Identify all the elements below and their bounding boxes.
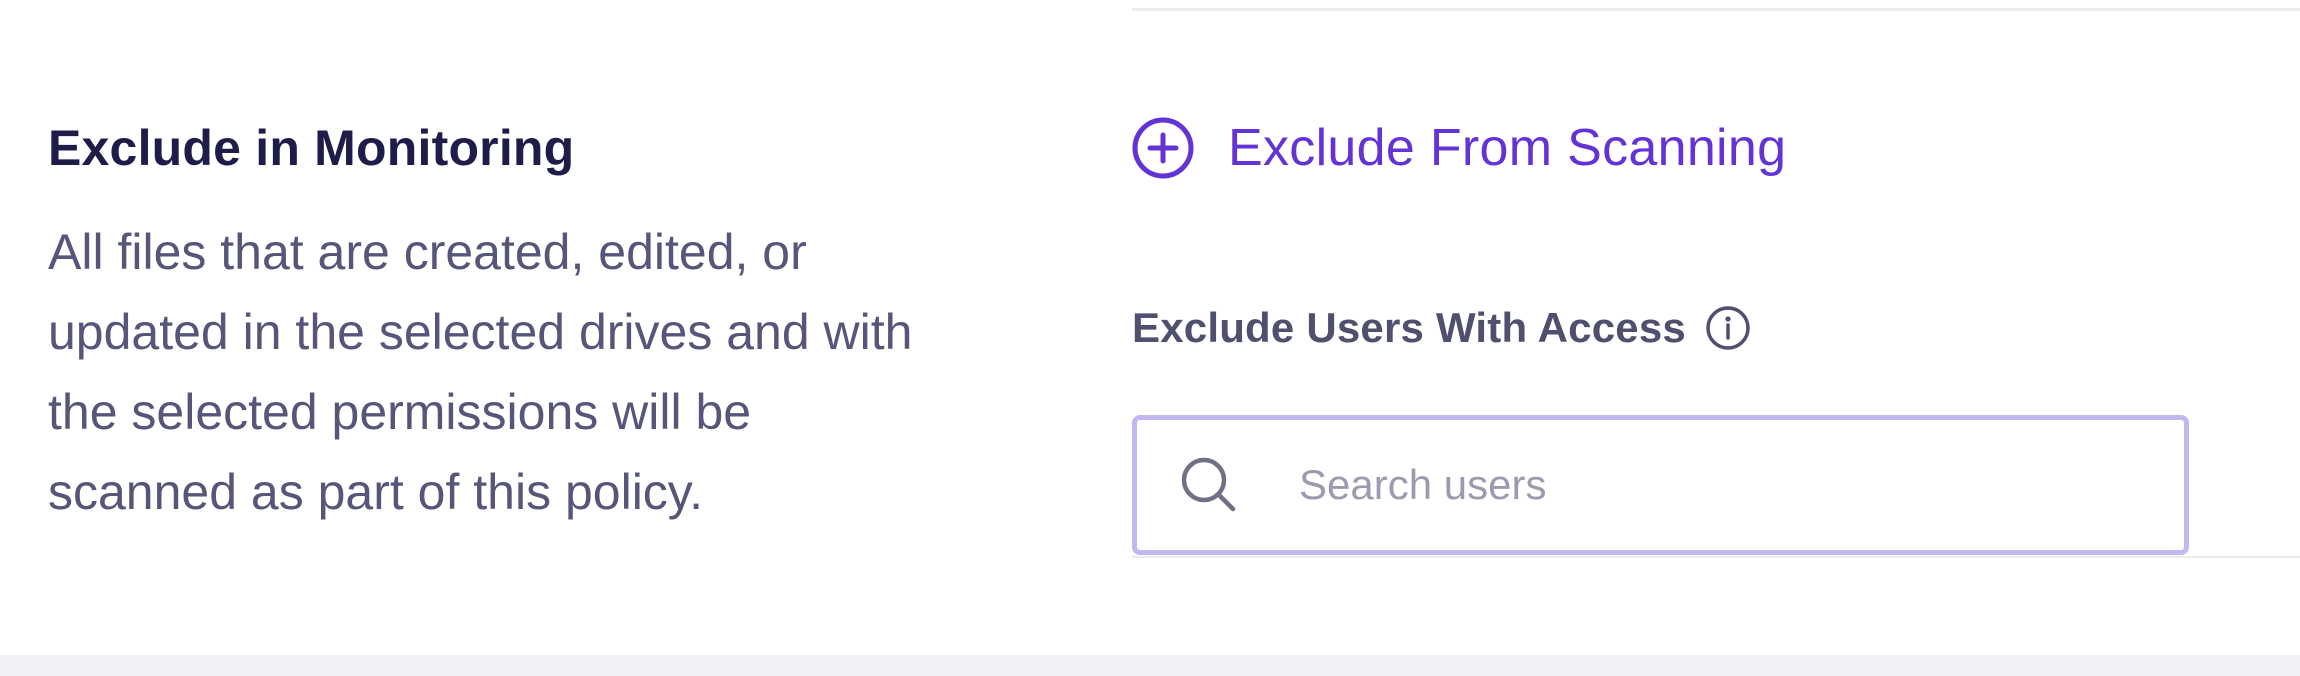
exclude-monitoring-settings: Exclude in Monitoring All files that are… [0,0,2300,676]
section-info: Exclude in Monitoring All files that are… [48,112,948,532]
exclude-users-label: Exclude Users With Access [1132,304,1686,351]
section-title: Exclude in Monitoring [48,120,575,176]
top-divider [1132,8,2300,11]
section-description: All files that are created, edited, or u… [48,224,913,520]
section-divider [1132,556,2300,558]
search-icon [1181,457,1236,512]
exclude-controls: Exclude From Scanning Exclude Users With… [1132,112,2300,555]
exclude-users-label-row: Exclude Users With Access [1132,304,1752,352]
exclude-from-scanning-label: Exclude From Scanning [1228,119,1787,177]
search-users-field[interactable] [1132,415,2189,555]
exclude-from-scanning-button[interactable]: Exclude From Scanning [1132,112,1786,184]
plus-circle-icon [1132,117,1194,179]
bottom-band [0,655,2300,676]
search-users-input[interactable] [1297,460,2181,510]
info-icon[interactable] [1704,304,1752,352]
